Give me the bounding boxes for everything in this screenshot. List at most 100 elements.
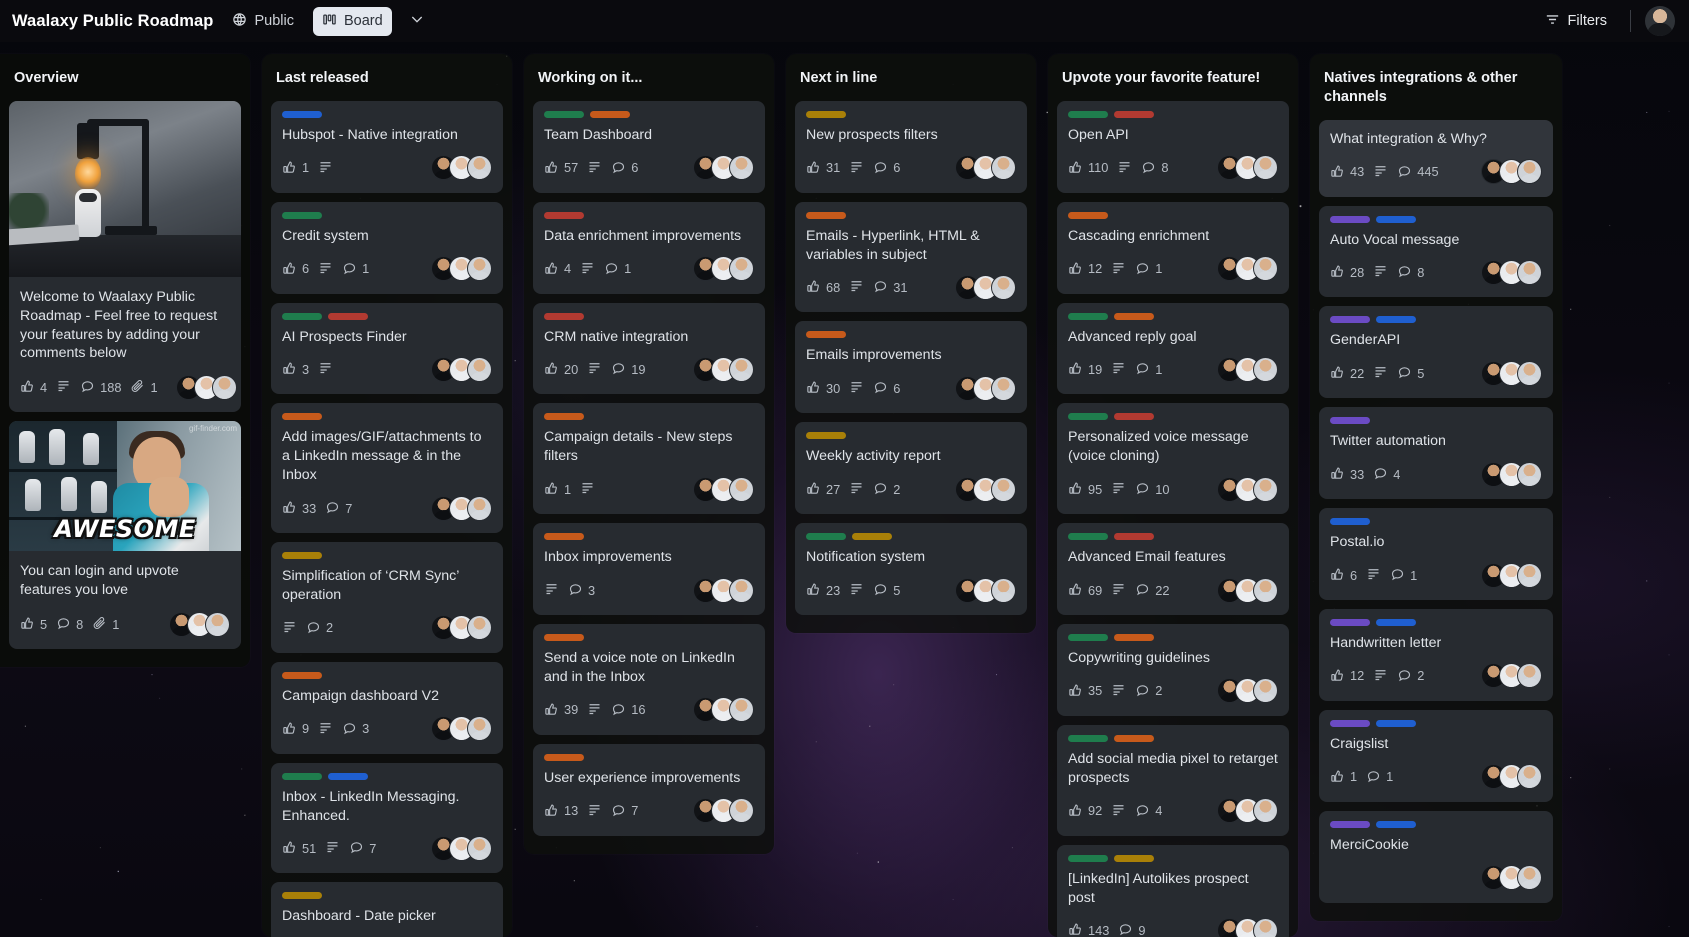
card-label-yellow[interactable]	[282, 552, 322, 560]
avatar[interactable]	[467, 356, 492, 382]
avatar[interactable]	[467, 615, 492, 641]
card-label-red[interactable]	[544, 211, 584, 219]
card-label-yellow[interactable]	[852, 533, 892, 541]
card-label-blue[interactable]	[1376, 719, 1416, 727]
avatar[interactable]	[1517, 764, 1542, 790]
board-card[interactable]: Notification system 23 5	[795, 523, 1027, 616]
user-avatar[interactable]	[1645, 6, 1675, 36]
card-label-green[interactable]	[806, 533, 846, 541]
overview-card[interactable]: gif-finder.com AWESOME You can login and u…	[9, 421, 241, 650]
board-card[interactable]: Campaign details - New steps filters 1	[533, 403, 765, 515]
avatar[interactable]	[991, 375, 1016, 401]
overview-card[interactable]: Welcome to Waalaxy Public Roadmap - Feel…	[9, 100, 241, 413]
card-label-orange[interactable]	[544, 413, 584, 421]
board-card[interactable]: MerciCookie	[1319, 810, 1553, 903]
card-label-purple[interactable]	[1330, 820, 1370, 828]
avatar[interactable]	[1517, 259, 1542, 285]
board-card[interactable]: Auto Vocal message 28 8	[1319, 205, 1553, 298]
board-card[interactable]: GenderAPI 22 5	[1319, 306, 1553, 399]
card-label-yellow[interactable]	[282, 892, 322, 900]
avatar[interactable]	[1253, 917, 1278, 937]
card-label-green[interactable]	[1068, 312, 1108, 320]
card-label-green[interactable]	[1068, 413, 1108, 421]
card-label-yellow[interactable]	[1114, 854, 1154, 862]
card-label-orange[interactable]	[282, 671, 322, 679]
card-label-red[interactable]	[1114, 110, 1154, 118]
board-card[interactable]: Inbox improvements 3	[533, 523, 765, 616]
board-card[interactable]: Craigslist 1 1	[1319, 709, 1553, 802]
avatar[interactable]	[1253, 155, 1278, 181]
card-label-red[interactable]	[328, 312, 368, 320]
avatar[interactable]	[467, 155, 492, 181]
card-label-green[interactable]	[544, 110, 584, 118]
avatar[interactable]	[991, 577, 1016, 603]
card-label-blue[interactable]	[1330, 518, 1370, 526]
board-card[interactable]: Emails improvements 30 6	[795, 321, 1027, 414]
avatar[interactable]	[729, 256, 754, 282]
card-label-orange[interactable]	[1114, 312, 1154, 320]
avatar[interactable]	[991, 155, 1016, 181]
card-label-green[interactable]	[282, 772, 322, 780]
board-card[interactable]: Team Dashboard 57 6	[533, 100, 765, 193]
avatar[interactable]	[467, 716, 492, 742]
board-card[interactable]: Copywriting guidelines 35 2	[1057, 624, 1289, 716]
board-column[interactable]: Overview Welcome to Waalaxy Public Roadma…	[0, 54, 250, 668]
avatar[interactable]	[1253, 256, 1278, 282]
board-card[interactable]: Inbox - LinkedIn Messaging. Enhanced. 51 7	[271, 762, 503, 874]
avatar[interactable]	[991, 274, 1016, 300]
avatar[interactable]	[729, 577, 754, 603]
avatar[interactable]	[1253, 678, 1278, 704]
view-board-button[interactable]: Board	[312, 6, 392, 36]
card-label-orange[interactable]	[806, 331, 846, 339]
board-card[interactable]: Open API 110 8	[1057, 100, 1289, 193]
view-menu-toggle[interactable]	[402, 6, 432, 37]
card-label-orange[interactable]	[590, 110, 630, 118]
board-card[interactable]: Campaign dashboard V2 9 3	[271, 661, 503, 754]
board-card[interactable]: AI Prospects Finder 3	[271, 302, 503, 395]
board-column[interactable]: Upvote your favorite feature! Open API 110…	[1048, 54, 1298, 937]
board-card[interactable]: [LinkedIn] Autolikes prospect post 143 9	[1057, 844, 1289, 937]
card-label-green[interactable]	[1068, 634, 1108, 642]
avatar[interactable]	[1517, 360, 1542, 386]
avatar[interactable]	[1517, 159, 1542, 185]
board-card[interactable]: Personalized voice message (voice clonin…	[1057, 403, 1289, 515]
card-label-orange[interactable]	[1114, 734, 1154, 742]
avatar[interactable]	[729, 697, 754, 723]
card-label-orange[interactable]	[806, 211, 846, 219]
board-card[interactable]: Credit system 6 1	[271, 201, 503, 294]
board-card[interactable]: Emails - Hyperlink, HTML & variables in …	[795, 201, 1027, 313]
avatar[interactable]	[1253, 798, 1278, 824]
card-label-red[interactable]	[1114, 413, 1154, 421]
avatar[interactable]	[1253, 577, 1278, 603]
avatar[interactable]	[729, 476, 754, 502]
card-label-yellow[interactable]	[806, 432, 846, 440]
avatar[interactable]	[729, 155, 754, 181]
board-card[interactable]: CRM native integration 20 19	[533, 302, 765, 395]
card-label-green[interactable]	[282, 312, 322, 320]
board-card[interactable]: Add images/GIF/attachments to a LinkedIn…	[271, 403, 503, 534]
card-label-purple[interactable]	[1330, 417, 1370, 425]
avatar[interactable]	[1517, 461, 1542, 487]
card-label-green[interactable]	[1068, 734, 1108, 742]
avatar[interactable]	[467, 256, 492, 282]
board-card[interactable]: Postal.io 6 1	[1319, 508, 1553, 601]
board-column[interactable]: Natives integrations & other channels Wha…	[1310, 54, 1562, 921]
board-card[interactable]: Hubspot - Native integration 1	[271, 100, 503, 193]
board-card[interactable]: Simplification of ‘CRM Sync’ operation 2	[271, 542, 503, 653]
card-label-blue[interactable]	[1376, 215, 1416, 223]
board-canvas[interactable]: Overview Welcome to Waalaxy Public Roadma…	[0, 42, 1689, 937]
board-card[interactable]: Handwritten letter 12 2	[1319, 609, 1553, 701]
visibility-button[interactable]: Public	[223, 7, 303, 36]
board-card[interactable]: Add social media pixel to retarget prosp…	[1057, 724, 1289, 836]
avatar[interactable]	[1253, 356, 1278, 382]
board-card[interactable]: User experience improvements 13 7	[533, 743, 765, 836]
card-label-blue[interactable]	[1376, 820, 1416, 828]
avatar[interactable]	[729, 798, 754, 824]
board-card[interactable]: Twitter automation 33 4	[1319, 407, 1553, 500]
card-label-purple[interactable]	[1330, 215, 1370, 223]
avatar[interactable]	[1253, 476, 1278, 502]
card-label-orange[interactable]	[1114, 634, 1154, 642]
card-label-orange[interactable]	[544, 753, 584, 761]
card-label-blue[interactable]	[1376, 316, 1416, 324]
board-column[interactable]: Working on it... Team Dashboard 57 6 Data en…	[524, 54, 774, 854]
